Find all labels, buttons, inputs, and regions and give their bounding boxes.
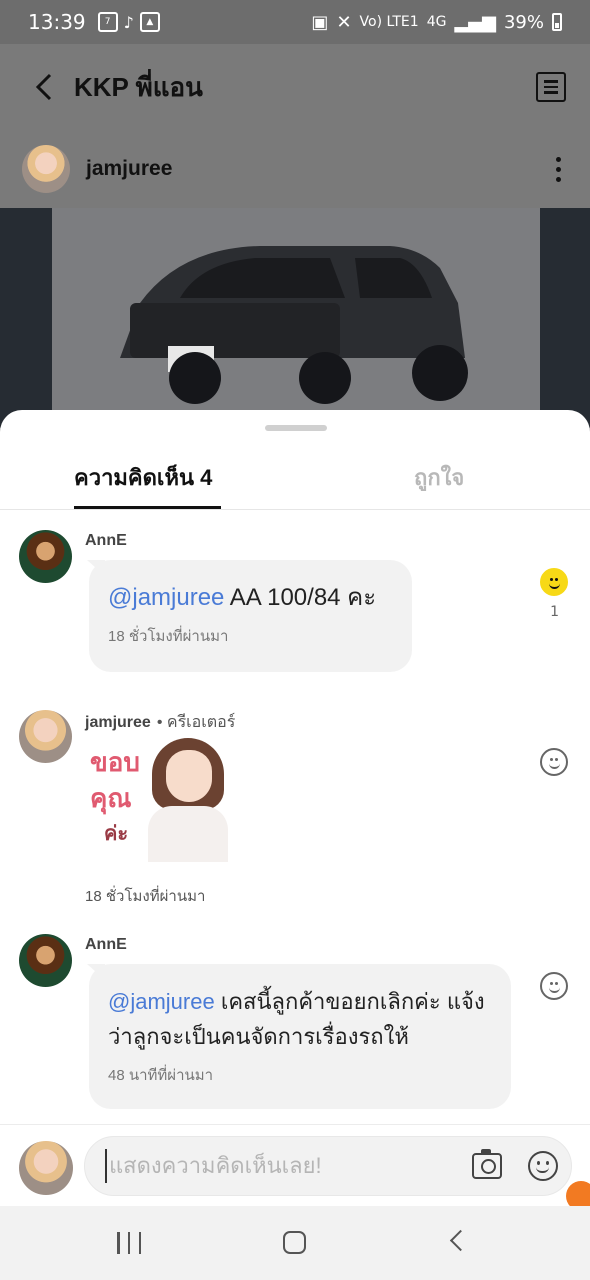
gallery-icon: ▲ xyxy=(139,12,160,32)
reaction-count: 1 xyxy=(550,604,559,620)
sticker-girl-illustration xyxy=(148,738,230,862)
author-name[interactable]: jamjuree xyxy=(86,157,172,181)
mute-icon: ✕ xyxy=(336,11,352,33)
truck-image xyxy=(120,246,468,404)
tab-likes[interactable]: ถูกใจ xyxy=(414,460,464,495)
comment-bubble[interactable]: @jamjuree AA 100/84 คะ 18 ชั่วโมงที่ผ่าน… xyxy=(89,560,412,672)
commenter-name[interactable]: AnnE xyxy=(85,532,127,550)
chevron-left-icon xyxy=(35,73,52,101)
commenter-name[interactable]: AnnE xyxy=(85,936,127,954)
signal-icon: ▂▄▆ xyxy=(454,11,496,33)
comment-item: AnnE @jamjuree AA 100/84 คะ 18 ชั่วโมงที… xyxy=(0,528,590,678)
system-nav-bar xyxy=(0,1206,590,1280)
smiley-reaction-icon[interactable] xyxy=(540,972,568,1000)
tab-comments[interactable]: ความคิดเห็น 4 xyxy=(74,460,212,495)
sheet-tabs: ความคิดเห็น 4 ถูกใจ xyxy=(0,448,590,510)
comment-text: @jamjuree AA 100/84 คะ xyxy=(108,584,377,611)
document-icon[interactable] xyxy=(536,72,566,102)
commenter-name[interactable]: jamjuree • ครีเอเตอร์ xyxy=(85,710,235,735)
more-options-icon[interactable] xyxy=(548,156,568,182)
author-avatar[interactable] xyxy=(22,145,70,193)
comment-input-bar xyxy=(0,1124,590,1206)
thank-you-sticker[interactable]: ขอบ คุณ ค่ะ xyxy=(86,738,228,862)
comment-item: jamjuree • ครีเอเตอร์ ขอบ คุณ ค่ะ 18 ชั่ว… xyxy=(0,708,590,908)
comment-item: AnnE @jamjuree เคสนี้ลูกค้าขอยกเลิกค่ะ แ… xyxy=(0,932,590,1112)
status-bar: 13:39 7 ♪ ▲ ▣ ✕ Vo) LTE1 4G ▂▄▆ 39% xyxy=(0,0,590,44)
status-time: 13:39 xyxy=(28,10,86,34)
post-author-row: jamjuree xyxy=(0,130,590,208)
drag-handle[interactable] xyxy=(265,425,327,431)
emoji-icon[interactable] xyxy=(528,1151,558,1181)
smiley-reaction-icon[interactable] xyxy=(540,568,568,596)
home-button[interactable] xyxy=(283,1231,306,1254)
commenter-avatar[interactable] xyxy=(19,934,72,987)
status-notification-icons: 7 ♪ ▲ xyxy=(97,12,160,32)
comment-time: 48 นาทีที่ผ่านมา xyxy=(108,1067,214,1084)
comment-text: @jamjuree เคสนี้ลูกค้าขอยกเลิกค่ะ แจ้งว่… xyxy=(108,989,485,1049)
comment-time: 18 ชั่วโมงที่ผ่านมา xyxy=(85,888,206,905)
tiktok-icon: ♪ xyxy=(123,12,134,32)
comment-time: 18 ชั่วโมงที่ผ่านมา xyxy=(108,628,229,645)
post-image[interactable] xyxy=(0,208,590,428)
seven-eleven-icon: 7 xyxy=(97,12,118,32)
page-title: KKP พี่แอน xyxy=(74,71,203,102)
recent-apps-button[interactable] xyxy=(117,1232,141,1254)
battery-percent: 39% xyxy=(503,11,544,33)
comment-input[interactable] xyxy=(105,1149,455,1183)
network-type: 4G xyxy=(426,14,447,30)
comments-sheet: ความคิดเห็น 4 ถูกใจ AnnE @jamjuree AA 10… xyxy=(0,410,590,1206)
my-avatar xyxy=(19,1141,73,1195)
comment-input-box[interactable] xyxy=(84,1136,572,1196)
back-button[interactable] xyxy=(24,67,64,107)
battery-icon xyxy=(552,13,562,31)
mention-link[interactable]: @jamjuree xyxy=(108,989,215,1014)
commenter-avatar[interactable] xyxy=(19,710,72,763)
camera-icon[interactable] xyxy=(472,1149,502,1179)
app-icon: ▣ xyxy=(311,11,329,33)
active-tab-indicator xyxy=(74,506,221,509)
comment-bubble[interactable]: @jamjuree เคสนี้ลูกค้าขอยกเลิกค่ะ แจ้งว่… xyxy=(89,964,511,1109)
system-back-button[interactable] xyxy=(449,1229,472,1252)
app-header: KKP พี่แอน xyxy=(0,44,590,130)
commenter-avatar[interactable] xyxy=(19,530,72,583)
mention-link[interactable]: @jamjuree xyxy=(108,584,224,611)
lte-label: Vo) LTE1 xyxy=(359,14,419,30)
creator-badge: • ครีเอเตอร์ xyxy=(156,714,236,731)
status-indicators: ▣ ✕ Vo) LTE1 4G ▂▄▆ 39% xyxy=(311,12,562,33)
smiley-reaction-icon[interactable] xyxy=(540,748,568,776)
